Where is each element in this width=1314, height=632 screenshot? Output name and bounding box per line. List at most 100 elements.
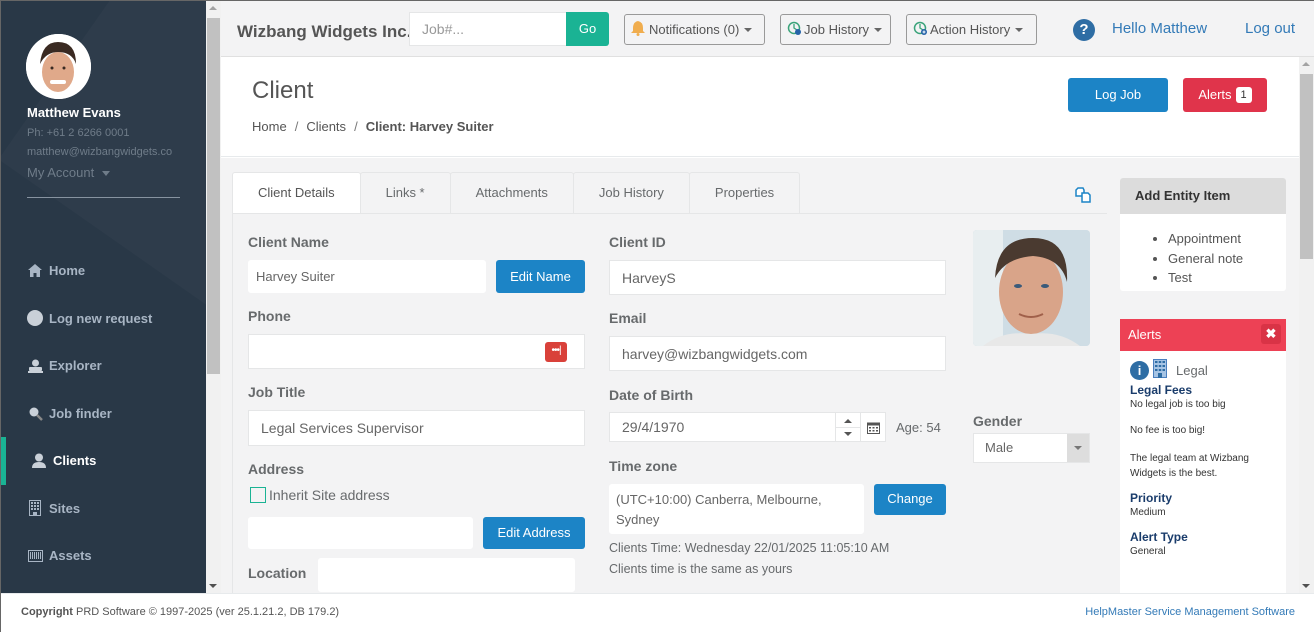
caret-down-icon: [1015, 27, 1024, 32]
scroll-down-icon[interactable]: [1302, 584, 1310, 588]
main-scrollbar[interactable]: [1299, 57, 1314, 593]
breadcrumb-clients[interactable]: Clients: [306, 119, 346, 134]
user-avatar[interactable]: [26, 34, 91, 99]
inherit-site-address-label[interactable]: Inherit Site address: [269, 487, 390, 503]
action-history-icon: [913, 21, 928, 39]
tab-properties[interactable]: Properties: [688, 172, 801, 213]
bell-icon: [631, 20, 645, 39]
location-input[interactable]: [318, 558, 575, 592]
sidebar-item-assets[interactable]: Assets: [1, 532, 206, 580]
entity-item-list: Appointment General note Test: [1168, 229, 1286, 288]
alert-body: i Legal Legal Fees No legal job is too b…: [1120, 351, 1286, 565]
help-icon[interactable]: ?: [1073, 19, 1095, 41]
explorer-icon: [27, 358, 43, 374]
tab-client-details[interactable]: Client Details: [232, 172, 361, 213]
sidebar-item-sites[interactable]: Sites: [1, 485, 206, 533]
edit-address-button[interactable]: Edit Address: [483, 517, 585, 549]
chevron-down-icon[interactable]: [1067, 434, 1089, 462]
job-history-label: Job History: [804, 22, 870, 37]
inherit-site-address-checkbox[interactable]: [250, 487, 266, 503]
hello-user-link[interactable]: Hello Matthew: [1112, 20, 1207, 37]
address-input[interactable]: [248, 517, 473, 549]
copyright-text: Copyright PRD Software © 1997-2025 (ver …: [21, 606, 339, 618]
job-title-input[interactable]: Legal Services Supervisor: [248, 410, 585, 446]
job-title-label: Job Title: [248, 384, 306, 400]
alert-type-label: Alert Type: [1130, 530, 1188, 544]
product-link[interactable]: HelpMaster Service Management Software: [1085, 606, 1295, 618]
location-label: Location: [248, 565, 307, 581]
phone-input[interactable]: •••|: [248, 334, 585, 369]
scroll-down-icon[interactable]: [209, 584, 217, 588]
sidebar-item-job-finder[interactable]: Job finder: [1, 390, 206, 438]
client-details-panel: Client Name Harvey Suiter Edit Name Phon…: [232, 213, 1107, 593]
search-icon: [27, 405, 43, 421]
breadcrumb-home[interactable]: Home: [252, 119, 287, 134]
logout-link[interactable]: Log out: [1245, 20, 1295, 37]
building-icon: [1153, 359, 1167, 381]
clients-time-text: Clients Time: Wednesday 22/01/2025 11:05…: [609, 541, 890, 555]
sidebar-item-label: Sites: [49, 500, 81, 516]
alerts-button-label: Alerts: [1198, 87, 1232, 102]
spin-up-icon[interactable]: [844, 419, 852, 423]
right-column: Add Entity Item Appointment General note…: [1120, 178, 1286, 593]
top-navbar: Wizbang Widgets Inc. Job#... Go Notifica…: [221, 1, 1314, 57]
sidebar-item-log-new-request[interactable]: Log new request: [1, 295, 206, 343]
alert-heading: Legal Fees: [1130, 383, 1193, 397]
tab-bar: Client Details Links * Attachments Job H…: [232, 172, 801, 213]
notifications-button[interactable]: Notifications (0): [624, 14, 765, 45]
alert-category: Legal: [1176, 362, 1208, 378]
sidebar-item-home[interactable]: Home: [1, 247, 206, 295]
client-name-input[interactable]: Harvey Suiter: [248, 260, 486, 293]
client-id-input[interactable]: HarveyS: [609, 260, 946, 295]
my-account-label: My Account: [27, 165, 95, 180]
sidebar-nav: Home Log new request Explorer Job finder…: [1, 247, 206, 580]
breadcrumb: Home / Clients / Client: Harvey Suiter: [252, 119, 494, 134]
user-name: Matthew Evans: [27, 105, 121, 120]
action-history-label: Action History: [930, 22, 1011, 37]
password-manager-icon[interactable]: •••|: [545, 342, 567, 362]
scroll-up-icon[interactable]: [209, 6, 217, 10]
spin-down-icon[interactable]: [844, 432, 852, 436]
sidebar-item-explorer[interactable]: Explorer: [1, 342, 206, 390]
email-input[interactable]: harvey@wizbangwidgets.com: [609, 336, 946, 371]
log-job-button[interactable]: Log Job: [1068, 78, 1168, 112]
priority-label: Priority: [1130, 491, 1173, 505]
alerts-button[interactable]: Alerts 1: [1183, 78, 1267, 112]
edit-name-button[interactable]: Edit Name: [496, 260, 585, 293]
calendar-button[interactable]: [860, 413, 885, 441]
scrollbar-thumb[interactable]: [1300, 74, 1313, 259]
dob-input[interactable]: 29/4/1970: [609, 412, 886, 442]
entity-item-appointment[interactable]: Appointment: [1168, 229, 1286, 249]
user-phone: Ph: +61 2 6266 0001: [27, 127, 130, 139]
close-icon[interactable]: ✖: [1261, 324, 1281, 344]
caret-down-icon: [744, 27, 753, 32]
copy-icon[interactable]: [1075, 187, 1091, 207]
job-history-button[interactable]: Job History: [780, 14, 891, 45]
gender-select[interactable]: Male: [973, 433, 1090, 463]
gender-value: Male: [985, 440, 1014, 455]
action-history-button[interactable]: Action History: [906, 14, 1037, 45]
scroll-up-icon[interactable]: [1302, 62, 1310, 66]
change-timezone-button[interactable]: Change: [874, 484, 946, 515]
go-button[interactable]: Go: [566, 12, 609, 46]
dob-spinner[interactable]: [835, 413, 860, 441]
tab-attachments[interactable]: Attachments: [449, 172, 574, 213]
sidebar-scrollbar[interactable]: [206, 1, 221, 593]
brand-name: Wizbang Widgets Inc.: [237, 22, 412, 41]
job-number-input[interactable]: Job#...: [409, 12, 567, 46]
client-photo[interactable]: [973, 230, 1090, 346]
alert-type-value: General: [1130, 546, 1166, 557]
scrollbar-thumb[interactable]: [207, 18, 220, 374]
sidebar-item-clients[interactable]: Clients: [1, 437, 206, 485]
user-email: matthew@wizbangwidgets.co: [27, 146, 173, 158]
entity-item-test[interactable]: Test: [1168, 268, 1286, 288]
client-id-label: Client ID: [609, 234, 666, 250]
timezone-field[interactable]: (UTC+10:00) Canberra, Melbourne, Sydney: [609, 484, 864, 534]
entity-item-general-note[interactable]: General note: [1168, 249, 1286, 269]
my-account-dropdown[interactable]: My Account: [27, 165, 111, 180]
tab-job-history[interactable]: Job History: [572, 172, 690, 213]
dob-value: 29/4/1970: [622, 419, 685, 435]
client-name-label: Client Name: [248, 234, 329, 250]
tab-links[interactable]: Links *: [359, 172, 451, 213]
alerts-panel-title: Alerts: [1128, 327, 1162, 342]
